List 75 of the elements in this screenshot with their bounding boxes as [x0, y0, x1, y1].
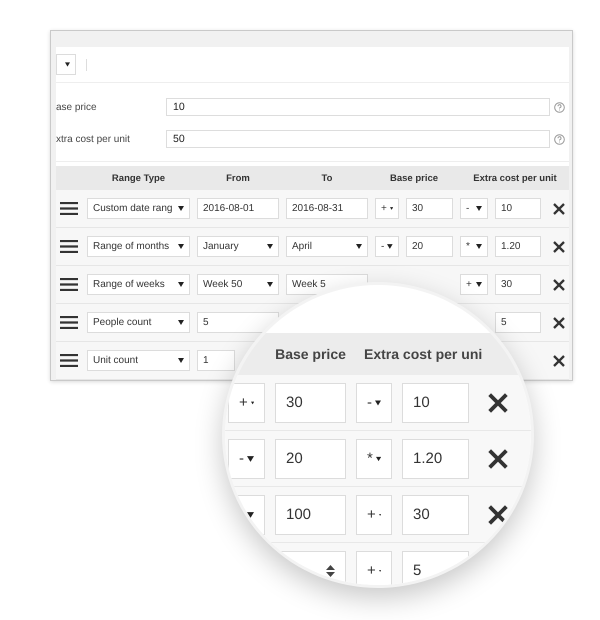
input-field[interactable]: 1.20 — [402, 438, 469, 478]
caret-icon — [387, 244, 393, 249]
input-field[interactable]: 2016-08-31 — [286, 198, 368, 219]
caret-icon — [178, 244, 184, 249]
column-header: Base price — [388, 172, 440, 184]
input-field[interactable]: 20 — [275, 438, 346, 478]
caret-icon — [376, 456, 381, 462]
select-field[interactable]: Range of months — [87, 236, 190, 257]
drag-handle-icon[interactable] — [58, 202, 80, 215]
select-field[interactable]: * — [460, 236, 488, 257]
select-field[interactable]: + — [375, 198, 399, 219]
input-field[interactable]: 10 — [495, 198, 541, 219]
caret-icon — [178, 282, 184, 287]
input-field[interactable]: 30 — [406, 198, 453, 219]
caret-icon — [476, 206, 482, 211]
caret-icon — [178, 206, 184, 211]
input-field[interactable]: 30 — [495, 274, 541, 295]
input-field[interactable]: 1.20 — [495, 236, 541, 257]
select-field[interactable]: + — [228, 382, 265, 422]
input-field[interactable]: 5 — [495, 312, 541, 333]
caret-icon — [267, 282, 273, 287]
select-field[interactable]: Range of weeks — [87, 274, 190, 295]
caret-icon — [65, 62, 70, 67]
input-field[interactable]: 5 — [197, 312, 279, 333]
drag-handle-icon[interactable] — [58, 278, 80, 291]
caret-icon — [247, 456, 254, 462]
caret-icon — [476, 282, 482, 287]
drag-handle-icon[interactable] — [58, 354, 80, 367]
column-header: Base price — [275, 346, 346, 362]
caret-icon — [375, 400, 381, 406]
select-field[interactable]: - — [356, 382, 392, 422]
select-field[interactable]: + — [460, 274, 488, 295]
caret-icon — [356, 244, 362, 249]
input-field[interactable]: 30 — [275, 382, 346, 422]
input-field[interactable]: 20 — [406, 236, 453, 257]
field-label: ase price — [56, 102, 98, 112]
select-field[interactable]: + — [356, 494, 392, 534]
input-field[interactable]: 1 — [197, 350, 235, 371]
caret-icon — [267, 244, 273, 249]
select-field[interactable]: * — [356, 438, 392, 478]
drag-handle-icon[interactable] — [58, 316, 80, 329]
caret-icon — [476, 244, 482, 249]
input-field[interactable]: 5 — [402, 550, 469, 585]
input-field[interactable]: 50 — [166, 130, 550, 148]
input-field[interactable]: 30 — [402, 494, 469, 534]
select-field[interactable]: + — [356, 550, 392, 585]
drag-handle-icon[interactable] — [58, 240, 80, 253]
column-header: To — [320, 172, 334, 184]
select-field[interactable]: - — [228, 438, 265, 478]
select-field[interactable]: - — [375, 236, 399, 257]
caret-icon — [250, 400, 254, 406]
select-field[interactable]: Custom date rang — [87, 198, 190, 219]
select-field[interactable]: People count — [87, 312, 190, 333]
help-icon — [554, 102, 565, 112]
select-field[interactable]: January — [197, 236, 279, 257]
select-field[interactable]: - — [460, 198, 488, 219]
input-field[interactable]: 100 — [275, 494, 346, 534]
select-field[interactable]: April — [286, 236, 368, 257]
caret-icon — [178, 358, 184, 363]
help-icon — [554, 134, 565, 144]
spinner-icon — [326, 564, 335, 578]
caret-icon — [247, 512, 254, 518]
column-header: Extra cost per unit — [472, 172, 558, 184]
caret-icon — [178, 320, 184, 325]
input-field[interactable]: 10 — [166, 98, 550, 116]
column-header: Extra cost per uni — [363, 346, 484, 362]
select-field[interactable]: Unit count — [87, 350, 190, 371]
column-header: Range Type — [110, 172, 166, 184]
field-label: xtra cost per unit — [56, 134, 131, 144]
column-header: From — [225, 172, 251, 184]
caret-icon — [390, 206, 393, 211]
input-field[interactable]: 10 — [402, 382, 469, 422]
select-field[interactable]: Week 50 — [197, 274, 279, 295]
select-field[interactable] — [56, 54, 76, 75]
input-field[interactable]: 2016-08-01 — [197, 198, 279, 219]
